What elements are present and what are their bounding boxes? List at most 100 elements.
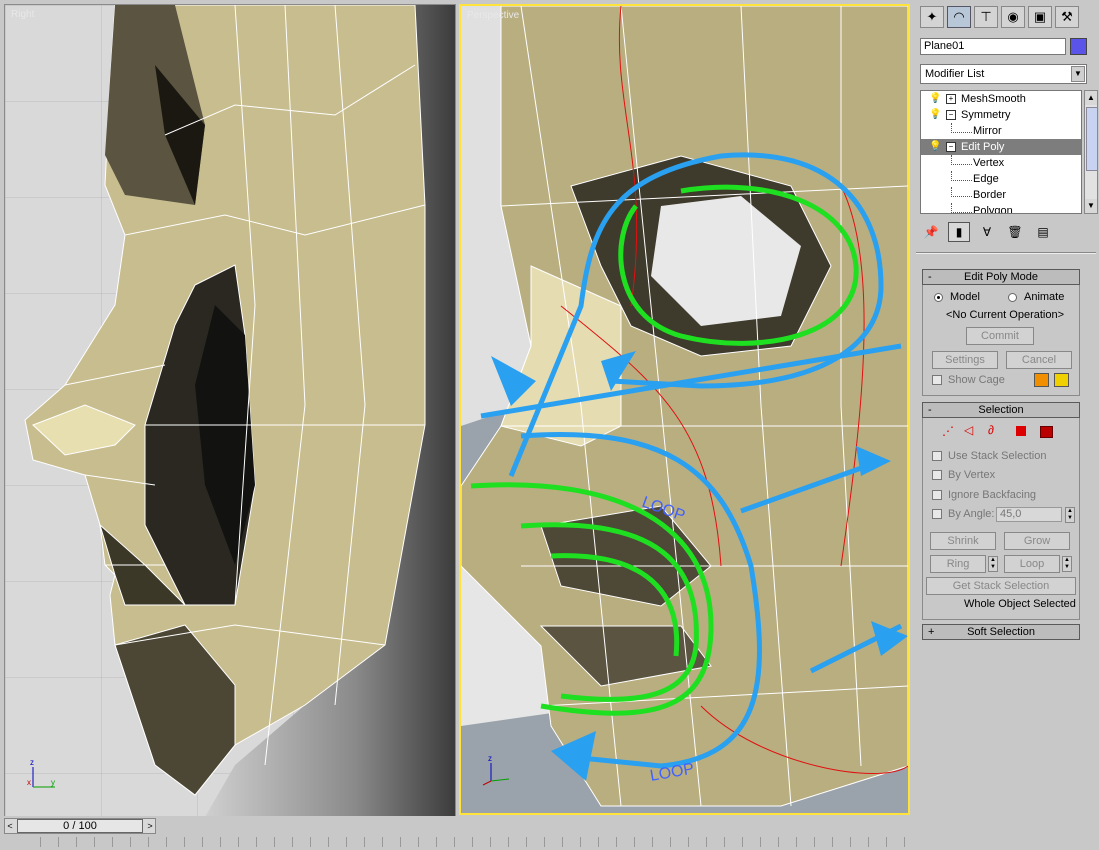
show-end-result-icon[interactable]: ▮: [948, 222, 970, 242]
panel-tabs: ✦ ◠ ⊤ ◉ ▣ ⚒: [916, 4, 1096, 34]
by-angle-checkbox[interactable]: [932, 509, 942, 519]
use-stack-selection-checkbox[interactable]: [932, 451, 942, 461]
collapse-icon[interactable]: −: [946, 110, 956, 120]
stack-item-edge[interactable]: Edge: [921, 171, 1081, 187]
remove-modifier-icon[interactable]: 🗑: [1004, 222, 1026, 242]
expand-icon[interactable]: +: [946, 94, 956, 104]
scroll-thumb[interactable]: [1086, 107, 1098, 171]
object-color-swatch[interactable]: [1070, 38, 1087, 55]
loop-spinner[interactable]: ▲ ▼: [1062, 556, 1072, 572]
angle-spinner[interactable]: ▲ ▼: [1065, 507, 1075, 523]
collapse-icon[interactable]: -: [928, 270, 932, 284]
time-slider[interactable]: < 0 / 100 >: [4, 818, 156, 834]
stack-item-label: MeshSmooth: [961, 93, 1026, 105]
get-stack-selection-button[interactable]: Get Stack Selection: [926, 577, 1076, 595]
stack-item-symmetry[interactable]: 💡 − Symmetry: [921, 107, 1081, 123]
object-name-field[interactable]: Plane01: [920, 38, 1066, 55]
viewport-perspective[interactable]: Perspective LOOP LOOP z: [459, 4, 910, 815]
stack-item-label: Polygon: [973, 205, 1013, 214]
modifier-stack[interactable]: 💡 + MeshSmooth 💡 − Symmetry Mirror 💡 − E…: [920, 90, 1082, 214]
viewport-label[interactable]: Right: [11, 9, 34, 20]
edit-poly-mode-header[interactable]: - Edit Poly Mode: [922, 269, 1080, 285]
scroll-up-icon[interactable]: ▲: [1085, 91, 1097, 105]
tree-connector: [951, 171, 972, 181]
time-slider-thumb[interactable]: 0 / 100: [17, 819, 143, 833]
model-radio[interactable]: [934, 293, 943, 302]
modify-tab[interactable]: ◠: [947, 6, 971, 28]
stack-item-meshsmooth[interactable]: 💡 + MeshSmooth: [921, 91, 1081, 107]
selection-header[interactable]: - Selection: [922, 402, 1080, 418]
configure-sets-icon[interactable]: ▤: [1032, 222, 1054, 242]
expand-icon[interactable]: +: [928, 625, 934, 639]
soft-selection-header[interactable]: + Soft Selection: [922, 624, 1080, 640]
operation-status: <No Current Operation>: [946, 309, 1065, 321]
cancel-button[interactable]: Cancel: [1006, 351, 1072, 369]
show-cage-label: Show Cage: [948, 374, 1005, 386]
stack-scrollbar[interactable]: ▲ ▼: [1084, 90, 1098, 214]
pin-stack-icon[interactable]: 📌: [920, 222, 942, 242]
stack-item-label: Border: [973, 189, 1007, 201]
use-stack-selection-label: Use Stack Selection: [948, 450, 1047, 462]
ignore-backfacing-checkbox[interactable]: [932, 490, 942, 500]
svg-text:z: z: [30, 758, 34, 767]
modifier-list-dropdown[interactable]: Modifier List ▼: [920, 64, 1087, 84]
stack-item-polygon[interactable]: Polygon: [921, 203, 1081, 214]
svg-text:y: y: [51, 778, 55, 787]
stack-item-label: Edit Poly: [961, 141, 1005, 153]
ring-spinner[interactable]: ▲ ▼: [988, 556, 998, 572]
show-cage-checkbox[interactable]: [932, 375, 942, 385]
settings-button[interactable]: Settings: [932, 351, 998, 369]
scroll-down-icon[interactable]: ▼: [1085, 199, 1097, 213]
stack-item-label: Vertex: [973, 157, 1005, 169]
next-frame-icon[interactable]: >: [145, 819, 155, 833]
stack-item-edit-poly[interactable]: 💡 − Edit Poly: [921, 139, 1081, 155]
edge-subobject-icon[interactable]: ◁: [964, 423, 973, 437]
tree-connector: [951, 203, 972, 213]
stack-item-label: Symmetry: [961, 109, 1011, 121]
motion-tab[interactable]: ◉: [1001, 6, 1025, 28]
by-angle-label: By Angle:: [948, 508, 995, 520]
track-bar[interactable]: [40, 837, 910, 847]
prev-frame-icon[interactable]: <: [5, 819, 15, 833]
ring-button[interactable]: Ring: [930, 555, 986, 573]
cage-selected-color-swatch[interactable]: [1054, 373, 1069, 387]
rollout-title: Soft Selection: [967, 626, 1035, 638]
viewport-right[interactable]: Right z x y: [4, 4, 456, 818]
by-angle-input[interactable]: 45,0: [996, 507, 1062, 522]
tree-connector: [951, 123, 972, 133]
lightbulb-icon[interactable]: 💡: [929, 109, 941, 120]
display-tab[interactable]: ▣: [1028, 6, 1052, 28]
element-subobject-icon[interactable]: [1040, 426, 1053, 438]
command-panel: ✦ ◠ ⊤ ◉ ▣ ⚒ Plane01 Modifier List ▼ 💡 + …: [916, 4, 1098, 850]
tree-connector: [951, 155, 972, 165]
svg-text:z: z: [488, 754, 492, 763]
loop-button[interactable]: Loop: [1004, 555, 1060, 573]
svg-text:x: x: [27, 778, 31, 787]
lightbulb-icon[interactable]: 💡: [929, 93, 941, 104]
vertex-subobject-icon[interactable]: ⋰: [942, 424, 954, 438]
stack-item-border[interactable]: Border: [921, 187, 1081, 203]
commit-button[interactable]: Commit: [966, 327, 1034, 345]
polygon-subobject-icon[interactable]: [1016, 426, 1026, 436]
stack-item-mirror[interactable]: Mirror: [921, 123, 1081, 139]
model-label: Model: [950, 291, 980, 303]
create-tab[interactable]: ✦: [920, 6, 944, 28]
chevron-down-icon[interactable]: ▼: [1071, 66, 1085, 82]
collapse-icon[interactable]: -: [928, 403, 932, 417]
by-vertex-checkbox[interactable]: [932, 470, 942, 480]
utilities-tab[interactable]: ⚒: [1055, 6, 1079, 28]
make-unique-icon[interactable]: ∀: [976, 222, 998, 242]
hierarchy-tab[interactable]: ⊤: [974, 6, 998, 28]
shrink-button[interactable]: Shrink: [930, 532, 996, 550]
lightbulb-icon[interactable]: 💡: [929, 141, 941, 152]
stack-item-vertex[interactable]: Vertex: [921, 155, 1081, 171]
border-subobject-icon[interactable]: ∂: [988, 423, 994, 437]
collapse-icon[interactable]: −: [946, 142, 956, 152]
animate-radio[interactable]: [1008, 293, 1017, 302]
viewport-label[interactable]: Perspective: [467, 10, 519, 21]
animate-label: Animate: [1024, 291, 1065, 303]
panel-divider: [916, 252, 1096, 254]
grow-button[interactable]: Grow: [1004, 532, 1070, 550]
cage-color-swatch[interactable]: [1034, 373, 1049, 387]
tree-connector: [951, 187, 972, 197]
